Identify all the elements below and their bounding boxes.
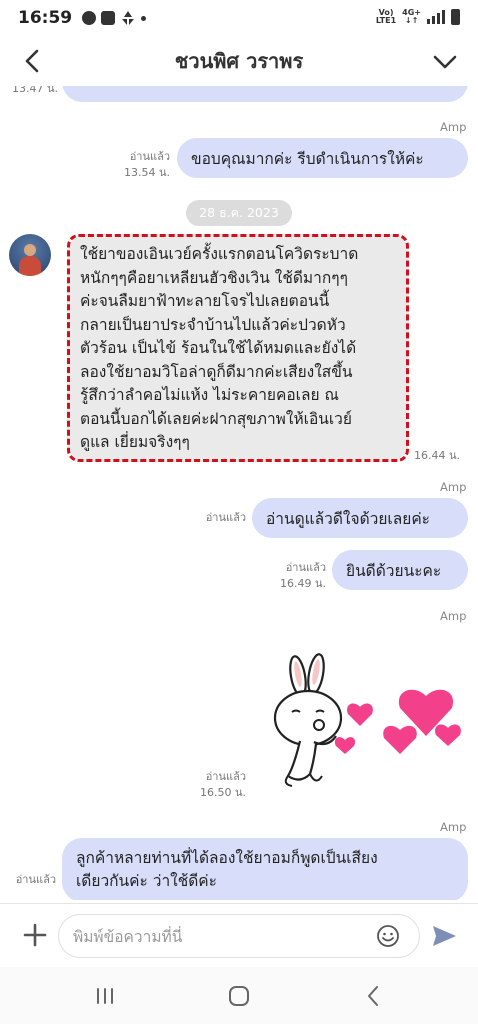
emoji-icon[interactable] — [376, 924, 400, 948]
message-input[interactable]: พิมพ์ข้อความที่นี่ — [58, 914, 420, 958]
heart-icon — [347, 703, 373, 726]
system-back-icon[interactable] — [365, 984, 381, 1008]
highlight-dashed-border — [67, 234, 409, 462]
recycle-notification-icon — [122, 11, 135, 25]
message-time: 16.50 น. — [199, 786, 246, 799]
system-navigation-bar — [0, 967, 478, 1024]
message-text: ยินดีด้วยนะคะ — [346, 561, 442, 580]
read-status: อ่านแล้ว — [205, 511, 246, 524]
input-placeholder: พิมพ์ข้อความที่นี่ — [73, 927, 183, 946]
data-arrows-icon: ↓↑ — [404, 16, 419, 25]
chevron-down-icon[interactable] — [430, 48, 460, 76]
read-status: อ่านแล้ว — [285, 561, 326, 574]
message-time: 13.54 น. — [123, 166, 170, 179]
chat-history[interactable]: 13.47 น. Amp ขอบคุณมากค่ะ รีบดำเนินการให… — [0, 86, 478, 900]
message-meta: อ่านแล้ว 16.49 น. — [266, 560, 326, 592]
volte-indicator: Vo) LTE1 — [376, 9, 396, 25]
partial-previous-bubble — [62, 86, 468, 102]
send-icon[interactable] — [430, 922, 458, 950]
bunny-character — [273, 653, 343, 787]
read-status: อ่านแล้ว — [129, 150, 170, 163]
read-status: อ่านแล้ว — [15, 873, 56, 886]
gallery-notification-icon — [101, 11, 116, 25]
small-heart-icon — [334, 737, 356, 754]
battery-icon — [451, 9, 460, 25]
status-right-icons: Vo) LTE1 4G+ ↓↑ — [376, 9, 460, 25]
outgoing-message-bubble[interactable]: ลูกค้าหลายท่านที่ได้ลองใช้ยาอมก็พูดเป็นเ… — [62, 838, 468, 900]
incoming-message-time: 16.44 น. — [414, 449, 461, 462]
contact-name-title: ชวนพิศ วราพร — [174, 49, 304, 73]
message-text: อ่านดูแล้วดีใจด้วยเลยค่ะ — [266, 509, 431, 528]
date-separator: 28 ธ.ค. 2023 — [186, 200, 292, 226]
notification-icons — [82, 10, 147, 26]
more-notifications-dot-icon — [141, 15, 147, 21]
recent-apps-icon[interactable] — [95, 987, 115, 1005]
heart-icon — [435, 724, 461, 746]
message-text: ขอบคุณมากค่ะ รีบดำเนินการให้ค่ะ — [191, 149, 424, 168]
sender-name: Amp — [440, 480, 467, 494]
message-meta: อ่านแล้ว 13.54 น. — [110, 149, 170, 181]
partial-previous-time: 13.47 น. — [12, 86, 59, 95]
outgoing-message-bubble[interactable]: ยินดีด้วยนะคะ — [332, 550, 468, 590]
chat-header: ชวนพิศ วราพร — [0, 36, 478, 86]
message-time: 16.49 น. — [279, 577, 326, 590]
sender-name: Amp — [440, 820, 467, 834]
sender-name: Amp — [440, 120, 467, 134]
outgoing-message-bubble[interactable]: อ่านดูแล้วดีใจด้วยเลยค่ะ — [252, 498, 468, 538]
message-text-line: เดียวกันค่ะ ว่าใช้ดีค่ะ — [76, 872, 218, 890]
lte-label: LTE1 — [375, 16, 397, 25]
read-status: อ่านแล้ว — [205, 770, 246, 783]
outgoing-message-bubble[interactable]: ขอบคุณมากค่ะ รีบดำเนินการให้ค่ะ — [177, 138, 468, 178]
sender-name: Amp — [440, 609, 467, 623]
plus-icon[interactable] — [22, 922, 48, 948]
message-meta: อ่านแล้ว 16.50 น. — [186, 769, 246, 801]
status-bar: 16:59 Vo) LTE1 4G+ ↓↑ — [0, 0, 478, 36]
home-icon[interactable] — [228, 985, 250, 1007]
network-indicator: 4G+ ↓↑ — [402, 9, 421, 25]
signal-strength-icon — [427, 10, 445, 24]
back-arrow-icon[interactable] — [18, 46, 48, 76]
message-input-bar: พิมพ์ข้อความที่นี่ — [0, 903, 478, 967]
contact-avatar[interactable] — [9, 234, 51, 276]
kiss-bunny-sticker[interactable] — [270, 626, 470, 801]
message-text-line: ลูกค้าหลายท่านที่ได้ลองใช้ยาอมก็พูดเป็นเ… — [76, 849, 378, 867]
clock-notification-icon — [82, 11, 97, 25]
status-time: 16:59 — [18, 8, 73, 28]
heart-icon — [383, 725, 417, 754]
